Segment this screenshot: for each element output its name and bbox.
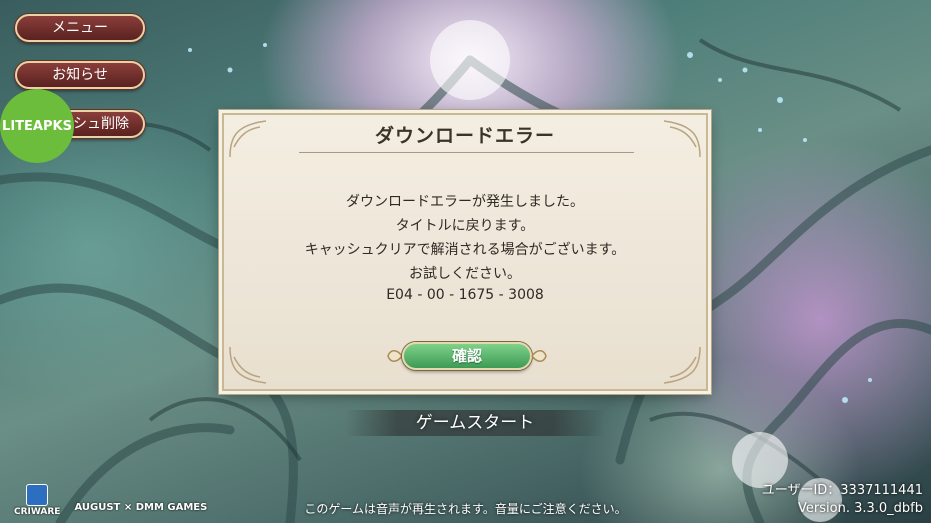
liteapks-watermark: LITEAPKS: [0, 89, 74, 163]
dialog-title: ダウンロードエラー: [374, 125, 555, 147]
confirm-button[interactable]: 確認: [402, 342, 532, 370]
version-label: Version. 3.3.0_dbfb: [798, 501, 923, 516]
message-line: ダウンロードエラーが発生しました。: [346, 194, 584, 210]
user-id: ユーザーID：3337111441: [761, 483, 923, 498]
menu-button[interactable]: メニュー: [15, 14, 145, 42]
notice-button[interactable]: お知らせ: [15, 61, 145, 89]
message-line: キャッシュクリアで解消される場合がございます。: [304, 242, 626, 258]
corner-ornament-icon: [663, 346, 701, 384]
error-code: E04 - 00 - 1675 - 3008: [386, 287, 544, 303]
corner-ornament-icon: [229, 346, 267, 384]
message-line: タイトルに戻ります。: [395, 218, 535, 234]
title-divider: [299, 152, 634, 153]
download-error-dialog: ダウンロードエラー ダウンロードエラーが発生しました。 タイトルに戻ります。 キ…: [222, 113, 708, 391]
message-line: お試しください。: [409, 266, 521, 282]
button-ornament-right-icon: [531, 350, 547, 362]
audio-notice: このゲームは音声が再生されます。音量にご注意ください。: [304, 502, 627, 516]
cache-delete-label: シュ削除: [73, 116, 129, 132]
game-start-button[interactable]: ゲームスタート: [345, 410, 605, 436]
